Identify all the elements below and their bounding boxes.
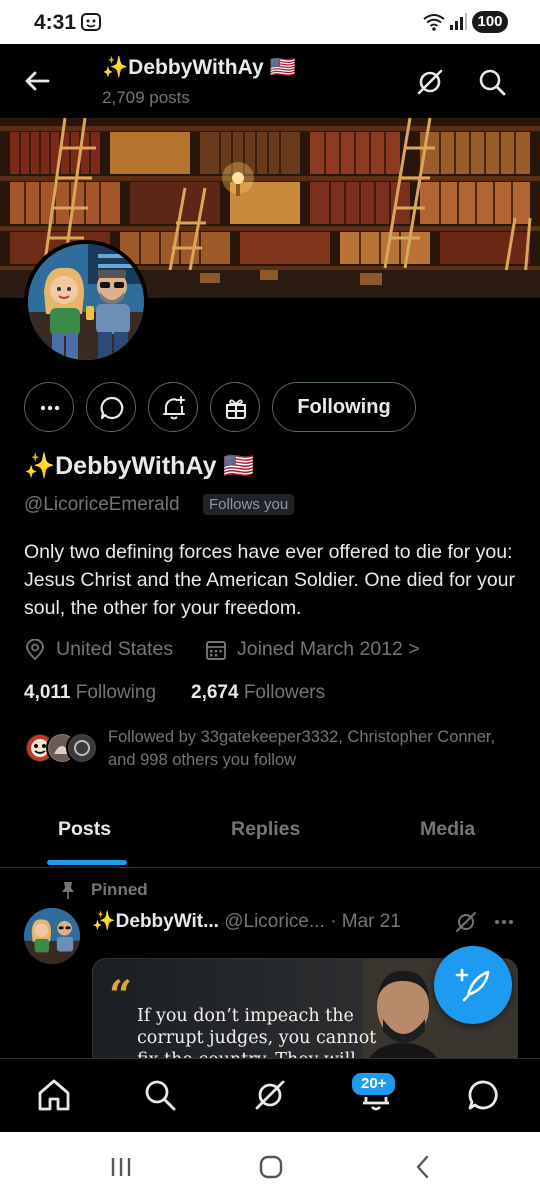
home-icon[interactable] [36,1077,72,1113]
gift-button[interactable] [210,382,260,432]
post-avatar-image [24,908,80,964]
compose-icon [455,968,490,1002]
grok-icon[interactable] [414,66,446,98]
notification-bell-plus-icon [162,395,186,420]
recent-apps-icon[interactable] [108,1154,134,1180]
system-nav-bar [0,1132,540,1200]
compose-button[interactable] [434,946,512,1024]
profile-bio: Only two defining forces have ever offer… [24,541,516,619]
profile-avatar[interactable] [24,240,148,364]
quote-mark-icon: “ [109,972,133,1019]
active-tab-indicator [47,860,127,865]
location-text: United States [56,638,174,660]
following-stat[interactable]: 4,011 Following [24,682,156,704]
profile-display-name: ✨DebbyWithAy 🇺🇸 [24,452,255,480]
signal-icon [450,13,467,30]
back-system-icon[interactable] [410,1154,436,1180]
following-button[interactable]: Following [272,382,416,432]
joined-text: Joined March 2012 > [237,638,420,661]
followed-by-text[interactable]: Followed by 33gatekeeper3332, Christophe… [108,726,508,772]
following-count: 4,011 [24,682,71,703]
post-header: ✨DebbyWit... @Licorice... · Mar 21 [92,909,401,933]
bottom-nav: 20+ [0,1058,540,1132]
pinned-label: Pinned [91,880,148,899]
tab-posts[interactable]: Posts [58,818,111,841]
tab-media[interactable]: Media [420,818,475,841]
following-label: Following [75,682,157,703]
post-author-name[interactable]: ✨DebbyWit... [92,911,219,932]
profile-location: United States [24,638,194,664]
joined-date: Joined March 2012 [237,638,403,660]
followers-label: Followers [243,682,326,703]
status-time: 4:31 [34,11,77,34]
mini-avatar-image [69,735,95,761]
notify-button[interactable] [148,382,198,432]
followers-stat[interactable]: 2,674 Followers [191,682,325,704]
grok-icon[interactable] [252,1077,288,1113]
location-pin-icon [26,639,44,661]
more-dots-icon [40,405,60,411]
tab-replies[interactable]: Replies [231,818,300,841]
pin-icon [62,882,74,899]
message-icon [100,396,124,420]
post-more-icon[interactable] [492,910,516,934]
header-post-count: 2,709 posts [102,88,190,107]
profile-tabs: Posts Replies Media [0,800,540,868]
chevron-right-icon: > [408,638,420,660]
profile-handle: @LicoriceEmerald [24,494,180,515]
gift-icon [225,399,247,420]
more-button[interactable] [24,382,74,432]
search-icon[interactable] [142,1077,178,1113]
post-date: · Mar 21 [330,911,401,932]
status-bar: 4:31 100 [0,0,540,44]
screenshot-icon [81,13,101,31]
message-button[interactable] [86,382,136,432]
grok-icon[interactable] [454,910,478,934]
notifications-badge: 20+ [350,1071,398,1097]
profile-top-bar: ✨DebbyWithAy 🇺🇸 2,709 posts [0,44,540,118]
search-icon[interactable] [476,66,508,98]
avatar-image [28,244,144,360]
home-system-icon[interactable] [258,1154,284,1180]
wifi-icon [423,14,445,31]
calendar-icon [206,641,226,660]
followers-count: 2,674 [191,682,239,703]
profile-joined[interactable]: Joined March 2012 > [205,638,445,664]
post-author-handle[interactable]: @Licorice... [224,911,325,932]
header-name: ✨DebbyWithAy 🇺🇸 [102,56,296,79]
chat-icon[interactable] [466,1077,502,1113]
post-author-avatar[interactable] [24,908,80,964]
follower-avatar-3 [66,732,98,764]
battery-indicator: 100 [472,11,508,33]
follows-you-badge: Follows you [203,494,295,515]
back-arrow-icon[interactable] [20,64,54,98]
